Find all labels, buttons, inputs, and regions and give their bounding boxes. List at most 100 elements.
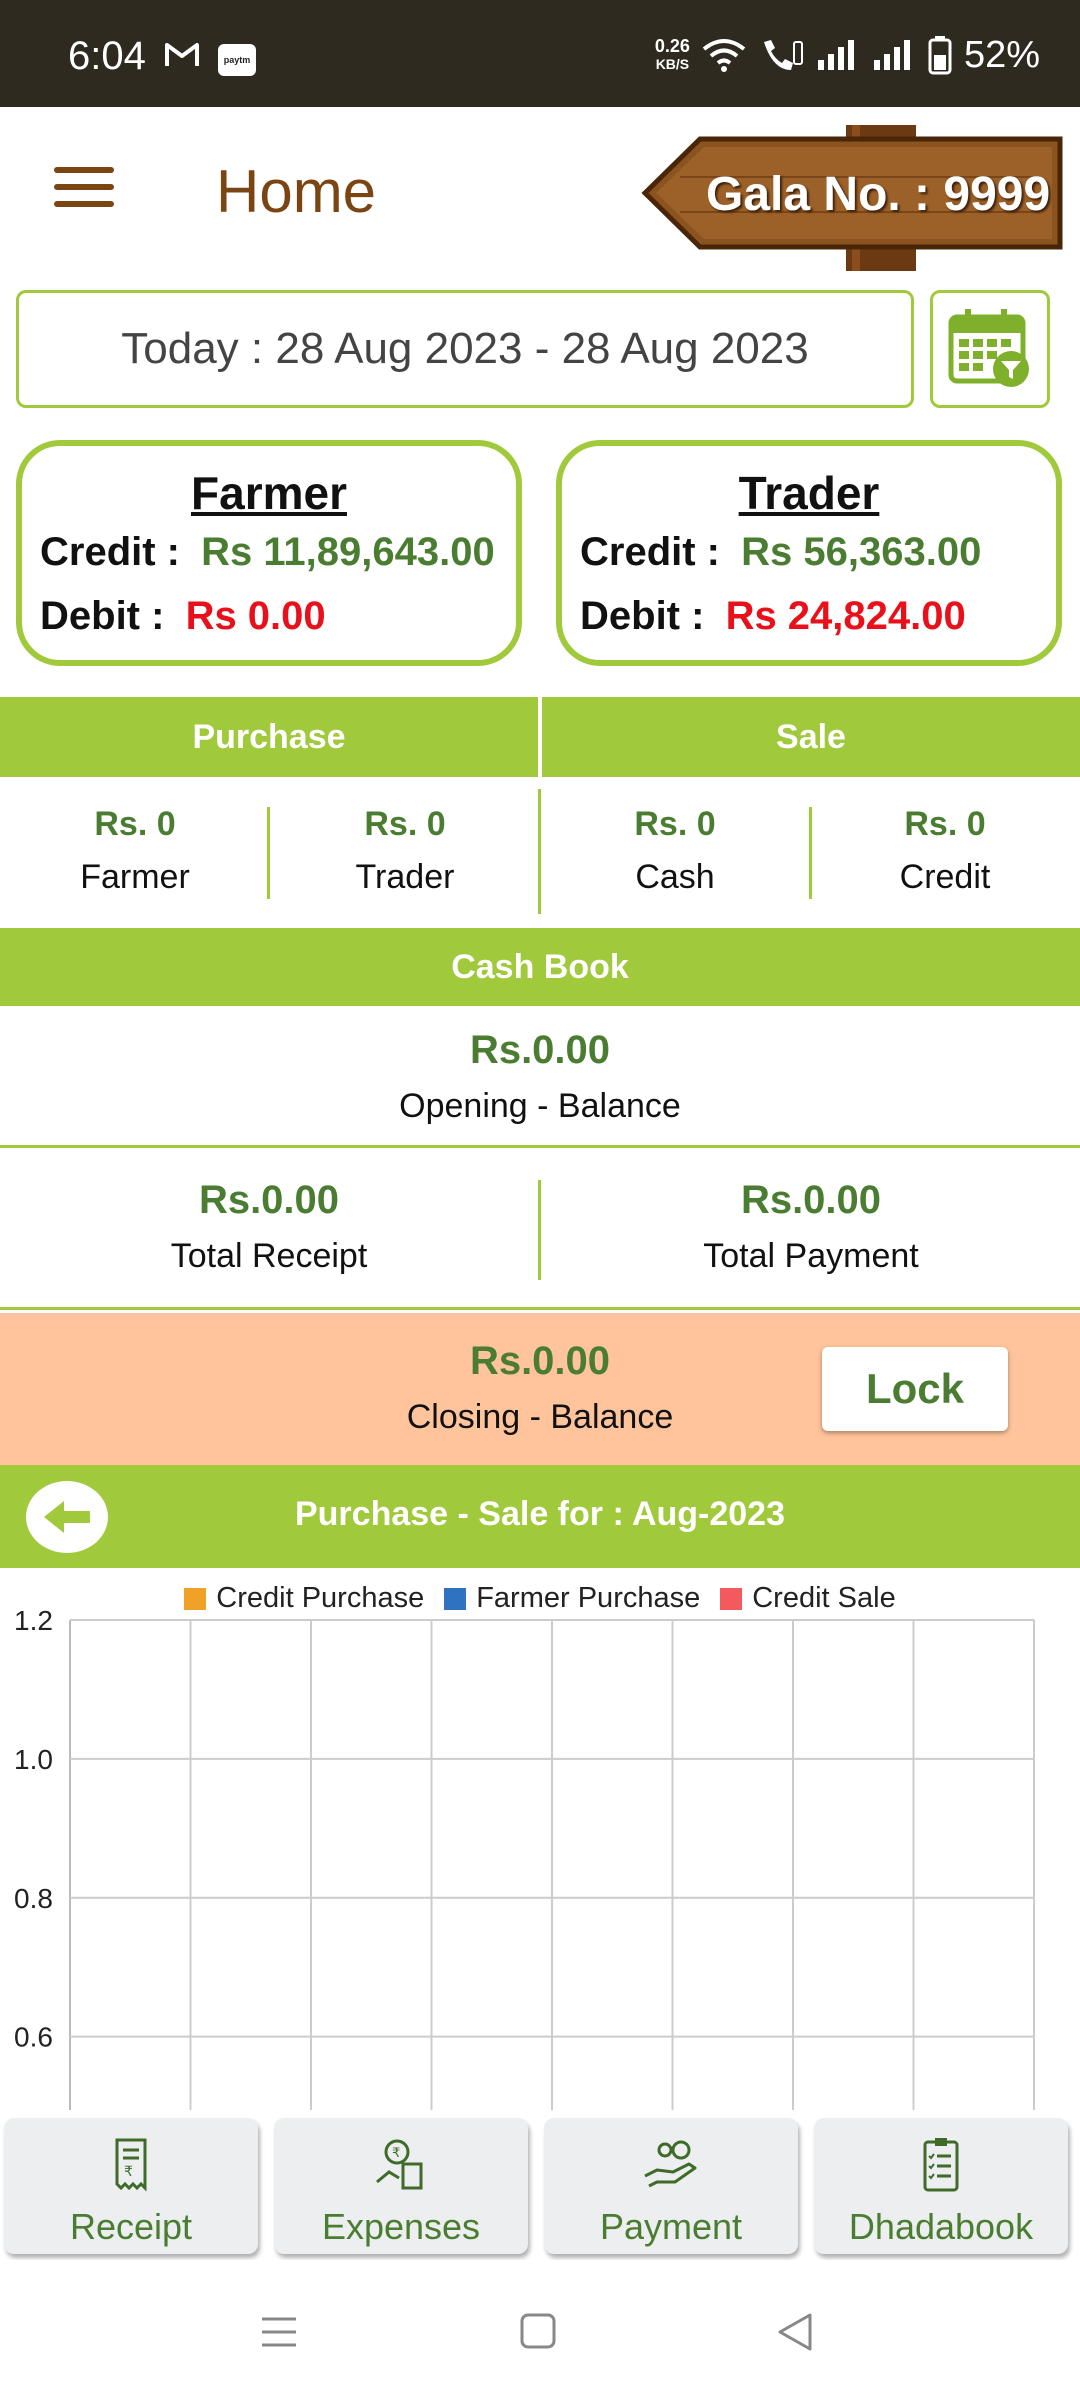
trader-credit-value: Rs 56,363.00 <box>741 530 982 574</box>
battery-percent: 52% <box>963 33 1040 76</box>
nav-dhadabook-label: Dhadabook <box>848 2206 1034 2247</box>
nav-payment-button[interactable]: Payment <box>544 2118 798 2254</box>
legend-swatch <box>184 1587 207 1610</box>
closing-balance: Rs.0.00 Closing - Balance Lock <box>0 1313 1080 1465</box>
nav-payment-label: Payment <box>599 2206 743 2247</box>
chart-header: Purchase - Sale for : Aug-2023 <box>0 1465 1080 1568</box>
bottom-nav: ₹ Receipt ₹ Expenses Payment Dhadabook <box>0 2110 1080 2260</box>
nav-receipt-label: Receipt <box>69 2206 193 2247</box>
legend-label: Farmer Purchase <box>476 1582 701 1614</box>
total-receipt-label: Total Receipt <box>170 1237 368 1275</box>
back-nav-icon[interactable] <box>776 2312 814 2352</box>
farmer-credit-row: Credit : Rs 11,89,643.00 <box>40 530 495 575</box>
expenses-icon: ₹ <box>376 2139 423 2190</box>
purchase-trader-cell[interactable]: Rs. 0 Trader <box>270 777 540 927</box>
legend-swatch <box>444 1587 467 1610</box>
net-speed-unit: KB/S <box>655 56 690 72</box>
purchase-trader-label: Trader <box>355 858 455 896</box>
farmer-debit-value: Rs 0.00 <box>185 594 326 638</box>
legend-label: Credit Sale <box>752 1582 896 1614</box>
farmer-credit-value: Rs 11,89,643.00 <box>201 530 495 574</box>
nav-dhadabook-button[interactable]: Dhadabook <box>814 2118 1068 2254</box>
nav-expenses-label: Expenses <box>321 2206 481 2247</box>
receipt-icon: ₹ <box>115 2138 147 2192</box>
arrow-left-icon <box>44 1501 90 1533</box>
sale-credit-value: Rs. 0 <box>904 805 986 843</box>
gmail-icon <box>165 43 199 66</box>
signal-icon-2 <box>873 40 910 70</box>
sale-cash-label: Cash <box>635 858 715 896</box>
trader-summary-card[interactable]: Trader Credit : Rs 56,363.00 Debit : Rs … <box>556 440 1062 666</box>
purchase-trader-value: Rs. 0 <box>364 805 446 843</box>
lock-button[interactable]: Lock <box>822 1347 1008 1431</box>
trader-debit-label: Debit : <box>580 594 705 638</box>
battery-icon <box>928 36 952 75</box>
calendar-filter-button[interactable] <box>930 290 1050 408</box>
net-speed: 0.26 KB/S <box>655 37 690 73</box>
total-receipt-value: Rs.0.00 <box>198 1178 340 1222</box>
farmer-debit-label: Debit : <box>40 594 165 638</box>
legend-item: Credit Purchase <box>184 1582 424 1615</box>
signal-icon-1 <box>817 40 854 70</box>
clipboard-icon <box>923 2138 959 2192</box>
sale-credit-label: Credit <box>899 858 991 896</box>
app-bar: Home Gala No. : 9999 <box>0 107 1080 277</box>
recent-apps-icon[interactable] <box>260 2315 298 2349</box>
purchase-farmer-cell[interactable]: Rs. 0 Farmer <box>0 777 270 927</box>
divider <box>538 1180 541 1280</box>
sale-cash-value: Rs. 0 <box>634 805 716 843</box>
svg-text:₹: ₹ <box>392 2146 400 2161</box>
paytm-icon: paytm <box>218 44 256 76</box>
calendar-filter-icon <box>948 309 1029 387</box>
sale-cash-cell[interactable]: Rs. 0 Cash <box>540 777 810 927</box>
chart-y-tick-label: 1.0 <box>14 1744 53 1775</box>
status-bar: 6:04 paytm 0.26 KB/S 52% <box>0 0 1080 107</box>
status-time: 6:04 <box>68 34 146 78</box>
farmer-card-title: Farmer <box>191 467 347 519</box>
purchase-farmer-value: Rs. 0 <box>94 805 176 843</box>
net-speed-value: 0.26 <box>654 36 690 56</box>
trader-debit-value: Rs 24,824.00 <box>725 594 966 638</box>
legend-swatch <box>720 1587 743 1610</box>
chart-legend: Credit Purchase Farmer Purchase Credit Sal… <box>0 1582 1080 1615</box>
wifi-call-icon <box>763 40 803 70</box>
chart-y-tick-label: 0.8 <box>14 1883 53 1914</box>
total-payment-label: Total Payment <box>703 1237 919 1275</box>
purchase-sale-chart: 1.21.00.80.6 <box>14 1605 1035 2120</box>
total-payment-value: Rs.0.00 <box>740 1178 882 1222</box>
payment-icon <box>644 2140 697 2188</box>
farmer-credit-label: Credit : <box>40 530 180 574</box>
home-nav-icon[interactable] <box>520 2312 556 2350</box>
trader-credit-row: Credit : Rs 56,363.00 <box>580 530 981 575</box>
date-range-field[interactable]: Today : 28 Aug 2023 - 28 Aug 2023 <box>16 290 914 408</box>
sale-header: Sale <box>776 717 846 756</box>
status-icons: 0.26 KB/S 52% <box>655 30 1040 80</box>
cash-book-header: Cash Book <box>0 928 1080 1006</box>
back-button[interactable] <box>26 1481 108 1553</box>
gala-number: Gala No. : 9999 <box>706 168 1051 221</box>
total-payment: Rs.0.00 Total Payment <box>542 1178 1080 1276</box>
trader-credit-label: Credit : <box>580 530 720 574</box>
system-nav-bar <box>0 2260 1080 2400</box>
legend-label: Credit Purchase <box>216 1582 425 1614</box>
opening-balance-value: Rs.0.00 <box>469 1028 611 1072</box>
legend-item: Farmer Purchase <box>444 1582 700 1615</box>
total-receipt: Rs.0.00 Total Receipt <box>0 1178 538 1276</box>
opening-balance-label: Opening - Balance <box>399 1087 681 1125</box>
trader-card-title: Trader <box>738 467 880 519</box>
trader-debit-row: Debit : Rs 24,824.00 <box>580 594 966 639</box>
purchase-header: Purchase <box>192 717 346 756</box>
legend-item: Credit Sale <box>720 1582 896 1615</box>
sale-credit-cell[interactable]: Rs. 0 Credit <box>810 777 1080 927</box>
wifi-icon <box>702 39 746 72</box>
receipt-payment-row: Rs.0.00 Total Receipt Rs.0.00 Total Paym… <box>0 1150 1080 1310</box>
page-title: Home <box>216 158 377 225</box>
svg-text:₹: ₹ <box>124 2164 133 2180</box>
chart-title: Purchase - Sale for : Aug-2023 <box>294 1495 785 1533</box>
purchase-sale-row: Rs. 0 Farmer Rs. 0 Trader Rs. 0 Cash Rs.… <box>0 777 1080 927</box>
menu-icon[interactable] <box>54 167 114 211</box>
nav-expenses-button[interactable]: ₹ Expenses <box>274 2118 528 2254</box>
farmer-summary-card[interactable]: Farmer Credit : Rs 11,89,643.00 Debit : … <box>16 440 522 666</box>
opening-balance: Rs.0.00 Opening - Balance <box>0 1006 1080 1148</box>
nav-receipt-button[interactable]: ₹ Receipt <box>4 2118 258 2254</box>
